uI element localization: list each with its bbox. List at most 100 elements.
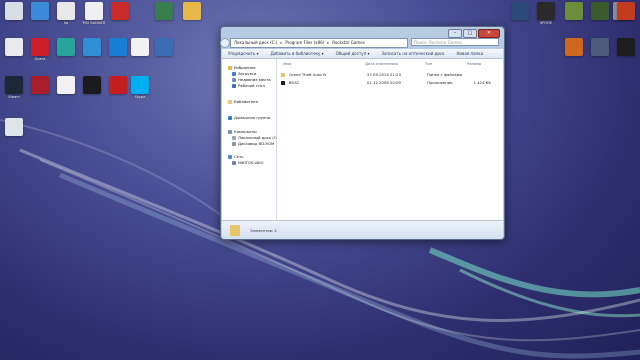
left-icon-6[interactable] [178,2,206,21]
nav-item-icon [232,135,236,140]
file-date: 27.09.2014 21:23 [367,72,401,77]
nav-item[interactable]: Библиотеки [228,99,258,104]
nav-item[interactable]: Домашняя группа [228,115,270,120]
nav-item-icon [228,115,232,120]
app-icon [5,38,23,56]
nav-item-label: Дисковод BD-ROM [238,141,275,146]
nav-item-icon [232,83,236,88]
nav-item[interactable]: Компьютер [228,129,257,134]
left-icon-17[interactable] [78,76,106,95]
command-bar: Упорядочить ▾ Добавить в библиотеку ▾ Об… [222,49,503,59]
file-type: Приложение [427,80,453,85]
nav-item-label: Загрузки [238,71,257,76]
nav-item[interactable]: Рабочий стол [232,83,265,88]
left-icon-0[interactable] [0,2,28,21]
left-icon-4[interactable] [106,2,134,21]
address-bar[interactable]: Локальный диск (C:) ▸ Program Files (x86)… [230,38,408,48]
item-count: Элементов: 2 [250,228,277,233]
left-icon-15[interactable] [26,76,54,95]
right-icon-0[interactable] [506,2,534,21]
left-icon-14[interactable]: Steam [0,76,28,99]
address-segment[interactable]: Локальный диск (C:) [231,39,280,47]
left-icon-2[interactable]: hq [52,2,80,25]
folder-icon [230,225,240,236]
app-icon [131,76,149,94]
explorer-window[interactable]: – □ ✕ Локальный диск (C:) ▸ Program Files… [220,26,505,240]
app-icon [5,118,23,136]
column-header-size[interactable]: Размер [467,61,481,66]
nav-item-label: Домашняя группа [234,115,271,120]
app-icon [83,38,101,56]
left-icon-16[interactable] [52,76,80,95]
right-icon-8[interactable] [612,2,640,21]
app-icon [57,2,75,20]
left-icon-13[interactable] [150,38,178,57]
minimize-button[interactable]: – [448,29,462,38]
app-icon [183,2,201,20]
app-icon [155,2,173,20]
nav-item-label: NIKITOS-VAIO [238,160,264,165]
nav-item[interactable]: Недавние места [232,77,271,82]
search-input[interactable]: Поиск: Rockstar Games [411,38,499,46]
app-icon [511,2,529,20]
close-button[interactable]: ✕ [478,29,500,38]
add-to-library-button[interactable]: Добавить в библиотеку ▾ [265,51,330,56]
nav-item-icon [232,77,236,82]
nav-item[interactable]: Локальный диск (C:) [232,135,279,140]
address-segment[interactable]: Program Files (x86) [282,39,327,47]
desktop-icon-label: Skype [134,95,146,99]
nav-item-label: Библиотеки [234,99,258,104]
folder-icon [281,72,285,77]
right-icon-7[interactable] [612,38,640,57]
left-icon-7[interactable] [0,38,28,57]
back-button[interactable] [220,38,230,48]
maximize-button[interactable]: □ [463,29,477,38]
new-folder-button[interactable]: Новая папка [451,51,490,56]
file-name: BGSC [289,80,300,85]
burn-button[interactable]: Записать на оптический диск [375,51,450,56]
right-icon-6[interactable] [586,38,614,57]
left-icon-20[interactable] [0,118,28,137]
left-icon-3[interactable]: MSI BANNER [80,2,108,25]
app-icon [109,76,127,94]
nav-item[interactable]: Загрузки [232,71,256,76]
column-header-name[interactable]: Имя [283,61,291,66]
nav-item[interactable]: Дисковод BD-ROM [232,141,274,146]
app-icon [57,38,75,56]
column-header-type[interactable]: Тип [425,61,432,66]
nav-item-label: Компьютер [234,129,257,134]
left-icon-1[interactable] [26,2,54,21]
address-segment[interactable]: Rockstar Games [329,39,368,47]
file-row[interactable]: Grand Theft Auto IV 27.09.2014 21:23 Папка… [281,71,499,78]
nav-item-icon [232,71,236,76]
details-pane: Элементов: 2 [222,220,503,239]
left-icon-9[interactable] [52,38,80,57]
app-icon [85,2,103,20]
app-icon [617,2,635,20]
desktop-icon-label: SPORE [539,21,553,25]
file-row[interactable]: BGSC 01.12.2008 20:09 Приложение 1 424 КБ [281,79,499,86]
right-icon-2[interactable] [560,2,588,21]
app-icon [5,76,23,94]
file-date: 01.12.2008 20:09 [367,80,401,85]
nav-item[interactable]: NIKITOS-VAIO [232,160,264,165]
left-icon-5[interactable] [150,2,178,21]
nav-item-label: Сеть [234,154,244,159]
share-button[interactable]: Общий доступ ▾ [330,51,376,56]
left-icon-19[interactable]: Skype [126,76,154,99]
nav-item[interactable]: Избранное [228,65,256,70]
app-icon [565,38,583,56]
app-icon [565,2,583,20]
nav-item[interactable]: Сеть [228,154,243,159]
right-icon-5[interactable] [560,38,588,57]
nav-item-icon [228,65,232,70]
organize-button[interactable]: Упорядочить ▾ [222,51,265,56]
app-icon [111,2,129,20]
nav-item-icon [232,160,236,165]
left-icon-10[interactable] [78,38,106,57]
right-icon-1[interactable]: SPORE [532,2,560,25]
file-name: Grand Theft Auto IV [289,72,327,77]
left-icon-8[interactable]: Opera [26,38,54,61]
app-icon [5,2,23,20]
column-header-date[interactable]: Дата изменения [365,61,398,66]
